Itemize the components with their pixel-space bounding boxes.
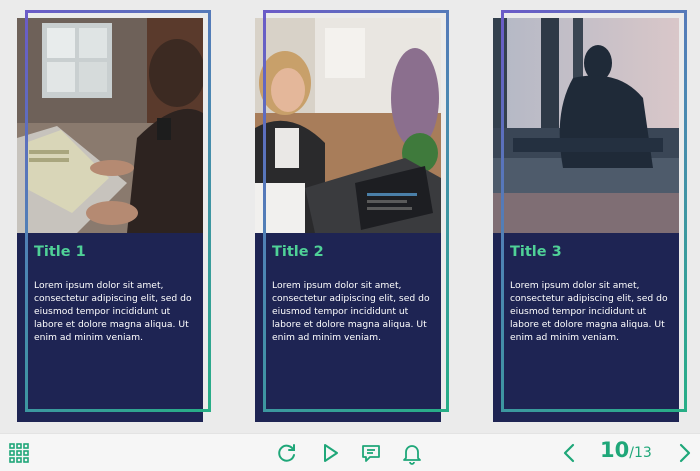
current-page: 10	[600, 438, 630, 462]
card-title: Title 2	[272, 244, 324, 260]
card-2: Title 2 Lorem ipsum dolor sit amet, cons…	[255, 18, 441, 422]
grid-menu-icon[interactable]	[7, 441, 31, 465]
player-toolbar: 10/13	[0, 433, 700, 471]
slide-stage: Title 1 Lorem ipsum dolor sit amet, cons…	[0, 0, 700, 433]
card-text: Lorem ipsum dolor sit amet, consectetur …	[34, 280, 192, 343]
card-photo-meeting	[255, 18, 441, 233]
card-photo-silhouette	[493, 18, 679, 233]
total-pages: 13	[633, 445, 652, 461]
previous-icon[interactable]	[558, 441, 582, 465]
card-1: Title 1 Lorem ipsum dolor sit amet, cons…	[17, 18, 203, 422]
chat-icon[interactable]	[359, 441, 383, 465]
card-photo-laptop	[17, 18, 203, 233]
card-title: Title 3	[510, 244, 562, 260]
next-icon[interactable]	[672, 441, 696, 465]
bell-icon[interactable]	[400, 441, 424, 465]
card-text: Lorem ipsum dolor sit amet, consectetur …	[272, 280, 430, 343]
replay-icon[interactable]	[275, 441, 299, 465]
play-icon[interactable]	[318, 441, 342, 465]
page-indicator: 10/13	[600, 438, 652, 468]
card-title: Title 1	[34, 244, 86, 260]
card-text: Lorem ipsum dolor sit amet, consectetur …	[510, 280, 668, 343]
card-3: Title 3 Lorem ipsum dolor sit amet, cons…	[493, 18, 679, 422]
